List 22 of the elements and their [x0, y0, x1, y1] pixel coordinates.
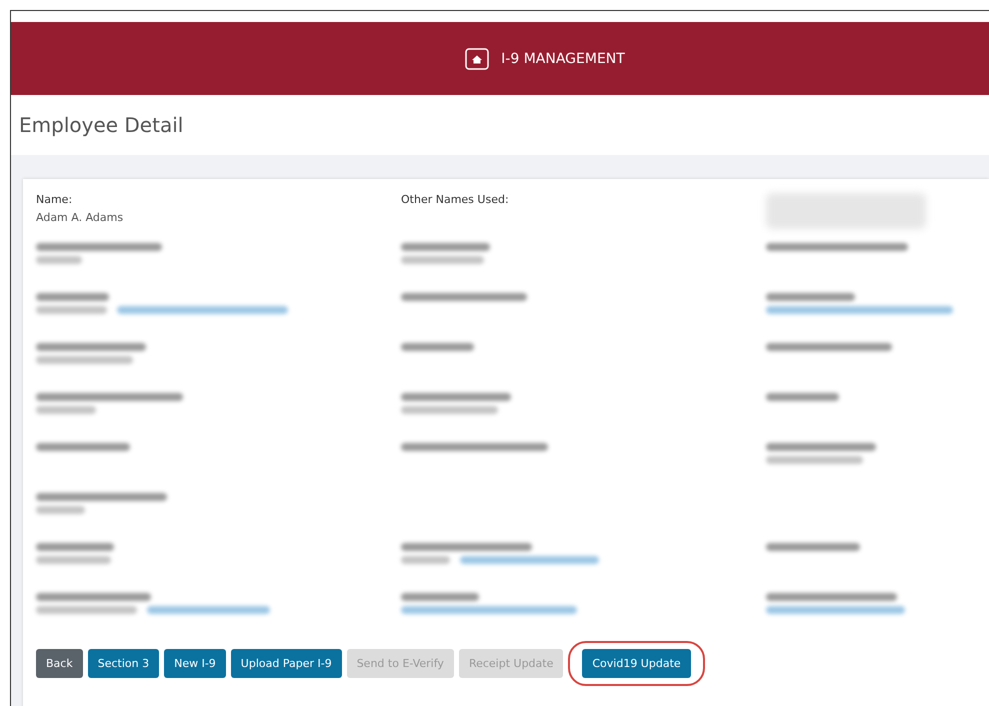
blurred-value: [36, 256, 82, 264]
blurred-value: [401, 556, 450, 564]
page-title: Employee Detail: [19, 113, 184, 137]
blurred-link[interactable]: [766, 606, 905, 614]
action-button[interactable]: New I-9: [164, 649, 226, 678]
home-icon[interactable]: [465, 48, 490, 70]
blurred-link[interactable]: [766, 306, 953, 314]
blurred-value: [36, 306, 108, 314]
action-button[interactable]: Back: [36, 649, 83, 678]
field-label: Name:: [36, 193, 74, 206]
field-value: Adam A. Adams: [36, 211, 124, 224]
field-label: Other Names Used:: [401, 193, 510, 206]
app-title: I-9 MANAGEMENT: [501, 50, 625, 66]
blurred-value: [36, 406, 96, 414]
blurred-link[interactable]: [401, 606, 577, 614]
blurred-link[interactable]: [146, 606, 270, 614]
blurred-link[interactable]: [117, 306, 288, 314]
action-button[interactable]: Covid19 Update: [582, 649, 691, 678]
blurred-link[interactable]: [460, 556, 599, 564]
action-button[interactable]: Upload Paper I-9: [230, 649, 342, 678]
action-button[interactable]: Section 3: [88, 649, 160, 678]
blurred-value: [36, 506, 85, 514]
